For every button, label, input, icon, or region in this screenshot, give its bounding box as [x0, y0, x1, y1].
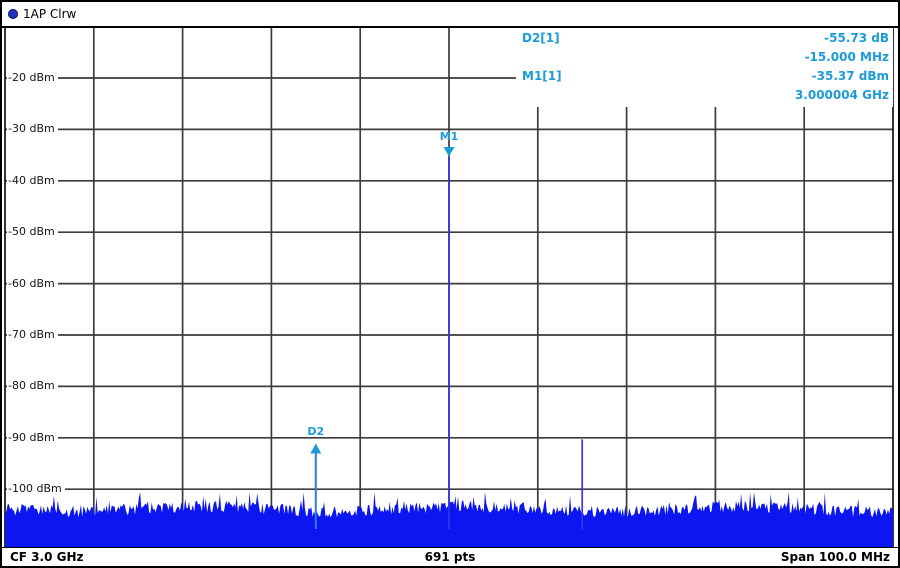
marker-readout-row-m1-freq: 3.000004 GHz: [516, 86, 893, 105]
y-axis-label: -80 dBm: [7, 378, 58, 394]
sweep-points-field: 691 pts: [425, 550, 476, 564]
m1-marker-plot-label[interactable]: M1: [436, 130, 462, 143]
marker-readout-panel: D2[1] -55.73 dB -15.000 MHz M1[1] -35.37…: [516, 28, 893, 107]
d2-marker-plot-label[interactable]: D2: [303, 425, 329, 438]
marker-d2-frequency: -15.000 MHz: [805, 50, 889, 64]
y-axis-label: -30 dBm: [7, 121, 58, 137]
y-axis-label: -50 dBm: [7, 224, 58, 240]
center-frequency-field: CF 3.0 GHz: [10, 550, 84, 564]
marker-m1-frequency: 3.000004 GHz: [795, 88, 889, 102]
m1-marker-symbol[interactable]: [444, 147, 455, 157]
y-axis-label: -90 dBm: [7, 430, 58, 446]
marker-m1-level: -35.37 dBm: [812, 69, 889, 83]
marker-d2-level: -55.73 dB: [824, 31, 889, 45]
y-axis-label: -40 dBm: [7, 173, 58, 189]
trace-mode-label: 1AP Clrw: [23, 7, 76, 21]
spectrum-analyzer-window: 1AP Clrw -20 dBm -30 dBm -40 dBm -50 dBm -60…: [0, 0, 900, 568]
marker-m1-name: M1[1]: [522, 69, 562, 83]
d2-marker-symbol[interactable]: [310, 443, 321, 453]
y-axis-label: -100 dBm: [7, 481, 65, 497]
trace-status-bar: 1AP Clrw: [2, 2, 898, 28]
marker-readout-row-d2-freq: -15.000 MHz: [516, 47, 893, 66]
y-axis-label: -60 dBm: [7, 276, 58, 292]
marker-readout-row-d2: D2[1] -55.73 dB: [516, 28, 893, 47]
sweep-settings-bar: CF 3.0 GHz 691 pts Span 100.0 MHz: [2, 547, 898, 566]
marker-readout-row-m1: M1[1] -35.37 dBm: [516, 67, 893, 86]
trace1-color-dot-icon: [8, 9, 18, 19]
span-field: Span 100.0 MHz: [781, 550, 890, 564]
y-axis-label: -20 dBm: [7, 70, 58, 86]
marker-d2-name: D2[1]: [522, 31, 560, 45]
spectrum-plot-area: -20 dBm -30 dBm -40 dBm -50 dBm -60 dBm -70 d…: [2, 28, 898, 547]
y-axis-label: -70 dBm: [7, 327, 58, 343]
